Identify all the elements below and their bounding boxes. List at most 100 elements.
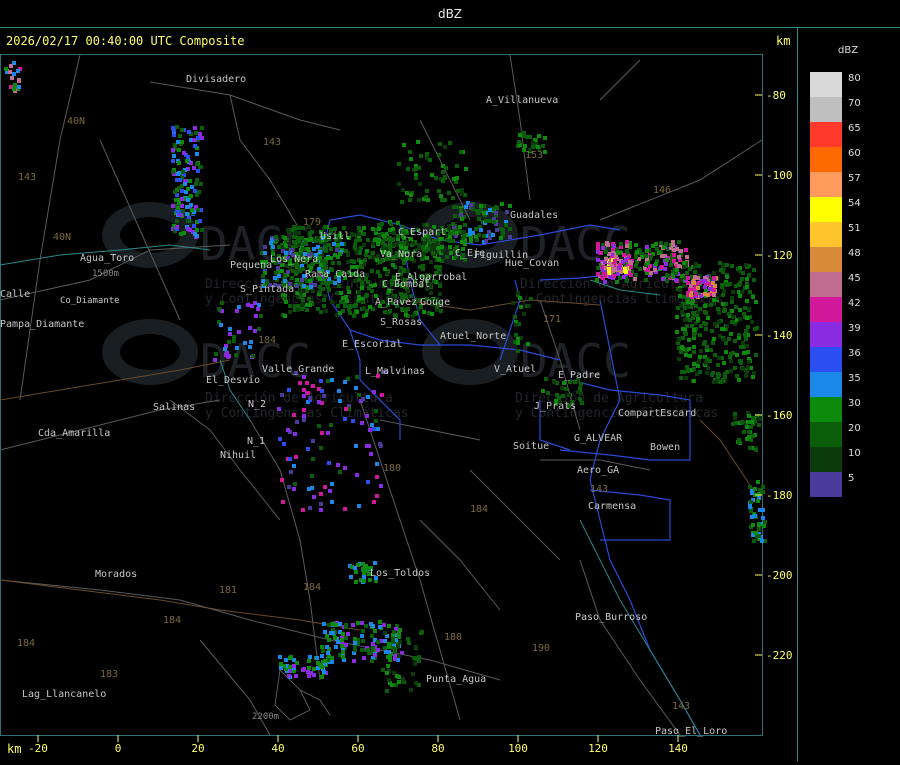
echo-cell	[744, 337, 748, 341]
echo-cell	[723, 372, 727, 376]
echo-cell	[399, 292, 403, 296]
echo-cell	[711, 281, 715, 285]
echo-cell	[311, 457, 315, 461]
echo-cell	[328, 489, 332, 493]
echo-cell	[311, 289, 315, 293]
echo-cell	[274, 235, 278, 239]
radar-map[interactable]: DACC DACC DACC DACC Dirección de Agricul…	[0, 28, 797, 761]
echo-cell	[618, 276, 622, 280]
echo-cell	[310, 474, 314, 478]
echo-cell	[758, 417, 762, 421]
echo-cell	[712, 380, 716, 384]
echo-cell	[451, 222, 455, 226]
echo-cell	[189, 203, 193, 207]
echo-cell	[452, 177, 456, 181]
echo-cell	[536, 145, 540, 149]
echo-cell	[281, 500, 285, 504]
echo-cell	[634, 264, 638, 268]
echo-cell	[416, 140, 420, 144]
echo-cell	[257, 327, 261, 331]
echo-cell	[745, 316, 749, 320]
route-label: 179	[303, 217, 321, 228]
echo-cell	[251, 354, 255, 358]
echo-cell	[431, 251, 435, 255]
echo-cell	[688, 354, 692, 358]
echo-cell	[733, 339, 737, 343]
echo-cell	[302, 414, 306, 418]
echo-cell	[625, 244, 629, 248]
echo-cell	[402, 261, 406, 265]
echo-cell	[625, 240, 629, 244]
echo-cell	[354, 444, 358, 448]
echo-cell	[634, 255, 638, 259]
echo-cell	[324, 309, 328, 313]
echo-cell	[695, 372, 699, 376]
echo-cell	[424, 195, 428, 199]
echo-cell	[177, 210, 181, 214]
echo-cell	[344, 636, 348, 640]
echo-cell	[441, 249, 445, 253]
echo-cell	[293, 432, 297, 436]
echo-cell	[672, 259, 676, 263]
echo-cell	[684, 353, 688, 357]
echo-cell	[438, 142, 442, 146]
echo-cell	[300, 278, 304, 282]
echo-cell	[659, 241, 663, 245]
echo-cell	[322, 622, 326, 626]
echo-cell	[354, 570, 358, 574]
echo-cell	[603, 280, 607, 284]
echo-cell	[383, 646, 387, 650]
echo-cell	[744, 329, 748, 333]
echo-cell	[297, 226, 301, 230]
echo-cell	[692, 362, 696, 366]
echo-cell	[651, 244, 655, 248]
legend-label: 70	[848, 98, 861, 109]
echo-cell	[361, 397, 365, 401]
echo-cell	[346, 632, 350, 636]
echo-cell	[292, 413, 296, 417]
place-label: Los_Toldos	[370, 568, 430, 579]
echo-cell	[336, 243, 340, 247]
legend-swatch	[810, 147, 842, 172]
echo-cell	[364, 253, 368, 257]
echo-cell	[372, 427, 376, 431]
place-label: Punta_Agua	[426, 674, 486, 685]
echo-cell	[354, 303, 358, 307]
echo-cell	[417, 198, 421, 202]
echo-cell	[306, 670, 310, 674]
echo-cell	[414, 645, 418, 649]
echo-cell	[723, 308, 727, 312]
echo-cell	[561, 394, 565, 398]
echo-cell	[361, 562, 365, 566]
legend-swatch	[810, 347, 842, 372]
echo-cell	[180, 197, 184, 201]
legend-swatch	[810, 397, 842, 422]
echo-cell	[692, 379, 696, 383]
echo-cell	[445, 255, 449, 259]
echo-cell	[365, 309, 369, 313]
echo-cell	[422, 310, 426, 314]
place-label: CompartEscard	[618, 408, 696, 419]
echo-cell	[753, 514, 757, 518]
echo-cell	[343, 380, 347, 384]
echo-cell	[440, 198, 444, 202]
echo-cell	[678, 294, 682, 298]
echo-cell	[754, 300, 758, 304]
place-label: G_ALVEAR	[574, 433, 623, 444]
echo-cell	[173, 190, 177, 194]
echo-cell	[741, 367, 745, 371]
echo-cell	[725, 275, 729, 279]
echo-cell	[373, 629, 377, 633]
echo-cell	[402, 143, 406, 147]
echo-cell	[738, 281, 742, 285]
echo-cell	[362, 575, 366, 579]
echo-cell	[339, 291, 343, 295]
echo-cell	[320, 654, 324, 658]
echo-cell	[370, 634, 374, 638]
echo-cell	[680, 310, 684, 314]
echo-cell	[352, 659, 356, 663]
echo-cell	[681, 327, 685, 331]
echo-cell	[682, 370, 686, 374]
echo-cell	[397, 631, 401, 635]
echo-cell	[366, 280, 370, 284]
